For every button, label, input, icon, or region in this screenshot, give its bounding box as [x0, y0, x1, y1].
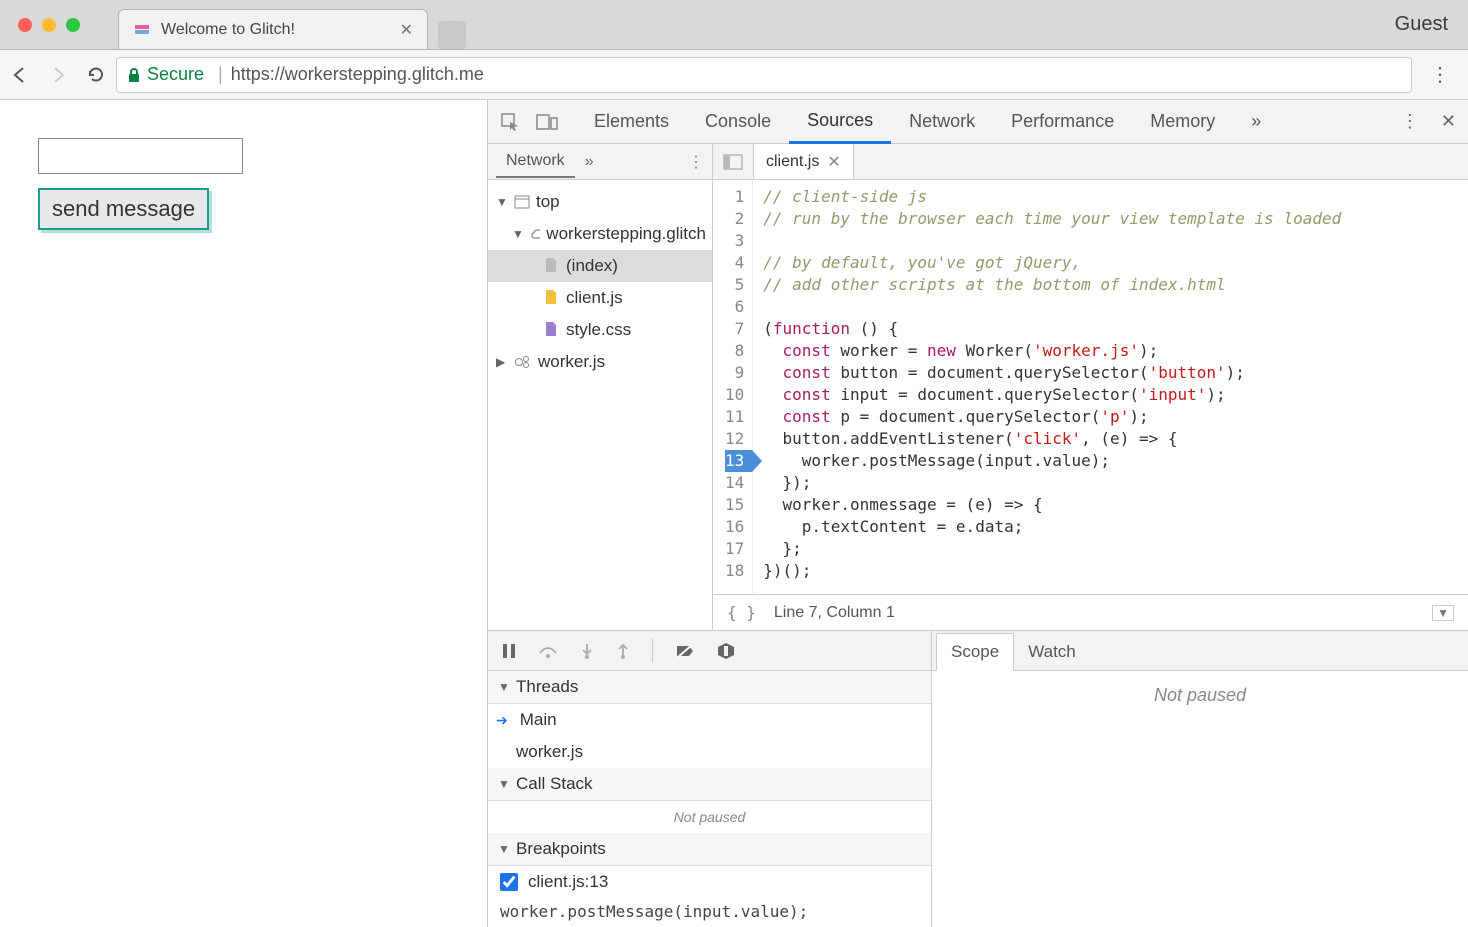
breakpoints-header[interactable]: ▼Breakpoints	[488, 833, 931, 866]
tab-elements[interactable]: Elements	[576, 101, 687, 142]
tab-scope[interactable]: Scope	[936, 633, 1014, 671]
tab-sources[interactable]: Sources	[789, 100, 891, 144]
tab-overflow[interactable]: »	[1233, 101, 1279, 142]
callstack-header[interactable]: ▼Call Stack	[488, 768, 931, 801]
navigator-panel: Network » ⋮ ▼top ▼workerstepping.glitch …	[488, 144, 713, 630]
step-over-icon[interactable]	[538, 643, 558, 659]
back-icon[interactable]	[10, 65, 30, 85]
cursor-position: Line 7, Column 1	[774, 604, 895, 622]
chrome-menu-icon[interactable]: ⋮	[1422, 62, 1458, 87]
profile-label[interactable]: Guest	[1395, 13, 1448, 36]
reload-icon[interactable]	[86, 65, 106, 85]
toggle-navigator-icon[interactable]	[713, 144, 754, 179]
address-bar: Secure | https://workerstepping.glitch.m…	[0, 50, 1468, 100]
tree-worker[interactable]: ▶worker.js	[488, 346, 712, 378]
tree-top[interactable]: ▼top	[488, 186, 712, 218]
breakpoint-checkbox[interactable]	[500, 873, 518, 891]
url-input[interactable]: Secure | https://workerstepping.glitch.m…	[116, 57, 1412, 93]
pause-icon[interactable]	[502, 643, 516, 659]
code-editor[interactable]: 123456789101112131415161718 // client-si…	[713, 180, 1468, 594]
thread-worker[interactable]: worker.js	[488, 736, 931, 768]
devtools-menu-icon[interactable]: ⋮	[1401, 111, 1419, 132]
callstack-not-paused: Not paused	[488, 801, 931, 833]
close-window-icon[interactable]	[18, 18, 32, 32]
tab-network[interactable]: Network	[891, 101, 993, 142]
secure-label: Secure	[147, 64, 204, 85]
close-tab-icon[interactable]: ✕	[400, 20, 413, 40]
maximize-window-icon[interactable]	[66, 18, 80, 32]
threads-header[interactable]: ▼Threads	[488, 671, 931, 704]
url-text: https://workerstepping.glitch.me	[231, 64, 484, 85]
tree-file-clientjs[interactable]: client.js	[488, 282, 712, 314]
close-editor-tab-icon[interactable]: ✕	[827, 152, 840, 172]
deactivate-breakpoints-icon[interactable]	[675, 643, 695, 659]
devtools-close-icon[interactable]: ✕	[1441, 111, 1456, 132]
editor-panel: client.js ✕ 123456789101112131415161718 …	[713, 144, 1468, 630]
debug-toolbar	[488, 631, 931, 671]
navigator-tab-network[interactable]: Network	[496, 146, 575, 178]
tree-file-index[interactable]: (index)	[488, 250, 712, 282]
tab-watch[interactable]: Watch	[1014, 634, 1090, 670]
debugger-panel: ▼Threads Main worker.js ▼Call Stack Not …	[488, 630, 1468, 927]
page-content: send message	[0, 100, 488, 927]
device-icon[interactable]	[536, 112, 558, 132]
forward-icon	[48, 65, 68, 85]
tabs: Welcome to Glitch! ✕	[118, 0, 466, 49]
navigator-menu-icon[interactable]: ⋮	[688, 152, 704, 172]
format-icon[interactable]: { }	[727, 603, 756, 622]
navigator-overflow-icon[interactable]: »	[585, 153, 594, 171]
editor-tab-clientjs[interactable]: client.js ✕	[754, 144, 854, 179]
tab-title: Welcome to Glitch!	[161, 21, 390, 39]
devtools: Elements Console Sources Network Perform…	[488, 100, 1468, 927]
lock-icon	[127, 67, 141, 83]
breakpoint-code: worker.postMessage(input.value);	[488, 898, 931, 925]
message-input[interactable]	[38, 138, 243, 174]
browser-tab-strip: Welcome to Glitch! ✕ Guest	[0, 0, 1468, 50]
breakpoint-item[interactable]: client.js:13	[488, 866, 931, 898]
send-message-button[interactable]: send message	[38, 188, 209, 230]
tree-domain[interactable]: ▼workerstepping.glitch	[488, 218, 712, 250]
tree-file-stylecss[interactable]: style.css	[488, 314, 712, 346]
browser-tab[interactable]: Welcome to Glitch! ✕	[118, 9, 428, 49]
tab-performance[interactable]: Performance	[993, 101, 1132, 142]
window-controls	[0, 18, 98, 32]
scope-not-paused: Not paused	[932, 671, 1468, 927]
new-tab-button[interactable]	[438, 21, 466, 49]
step-out-icon[interactable]	[616, 642, 630, 660]
inspect-icon[interactable]	[500, 112, 520, 132]
devtools-tabs: Elements Console Sources Network Perform…	[488, 100, 1468, 144]
favicon-icon	[133, 21, 151, 39]
editor-footer-dropdown-icon[interactable]: ▼	[1432, 605, 1454, 621]
thread-main[interactable]: Main	[488, 704, 931, 736]
tab-console[interactable]: Console	[687, 101, 789, 142]
tab-memory[interactable]: Memory	[1132, 101, 1233, 142]
file-tree: ▼top ▼workerstepping.glitch (index) clie…	[488, 180, 712, 384]
step-into-icon[interactable]	[580, 642, 594, 660]
pause-on-exceptions-icon[interactable]	[717, 642, 735, 660]
minimize-window-icon[interactable]	[42, 18, 56, 32]
